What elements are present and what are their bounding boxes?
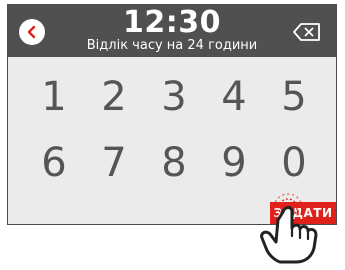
numeric-keypad: 1 2 3 4 5 6 7 8 9 0 [26,67,321,197]
key-2[interactable]: 2 [86,67,142,127]
key-9[interactable]: 9 [206,133,262,193]
key-5[interactable]: 5 [266,67,322,127]
key-4[interactable]: 4 [206,67,262,127]
header-bar: 12:30 Відлік часу на 24 години [8,5,336,57]
delete-button[interactable] [292,22,322,42]
hand-pointer-icon [252,190,332,266]
key-3[interactable]: 3 [146,67,202,127]
mode-subtitle: Відлік часу на 24 години [86,38,258,53]
backspace-icon [292,22,322,42]
key-1[interactable]: 1 [26,67,82,127]
key-6[interactable]: 6 [26,133,82,193]
key-0[interactable]: 0 [266,133,322,193]
key-7[interactable]: 7 [86,133,142,193]
clock-time: 12:30 [123,5,221,40]
key-8[interactable]: 8 [146,133,202,193]
